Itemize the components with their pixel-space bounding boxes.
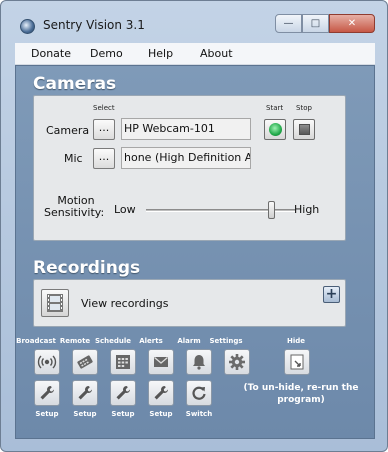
camera-field[interactable]: HP Webcam-101: [121, 118, 251, 140]
hide-button[interactable]: [284, 349, 310, 375]
start-icon: [269, 123, 282, 136]
menu-donate[interactable]: Donate: [31, 47, 71, 60]
mic-field[interactable]: hone (High Definition Aud: [121, 147, 251, 169]
alarm-button[interactable]: [186, 349, 212, 375]
start-label: Start: [266, 104, 284, 112]
remote-setup-button[interactable]: [72, 380, 98, 406]
alarm-label: Alarm: [177, 337, 201, 345]
wrench-icon: [78, 386, 92, 400]
recordings-panel: View recordings +: [33, 279, 346, 327]
window-title: Sentry Vision 3.1: [43, 18, 145, 32]
low-label: Low: [114, 203, 136, 216]
alerts-setup-button[interactable]: [148, 380, 174, 406]
schedule-setup-label: Setup: [111, 410, 135, 418]
remote-setup-label: Setup: [73, 410, 97, 418]
menu-help[interactable]: Help: [148, 47, 173, 60]
menu-about[interactable]: About: [200, 47, 233, 60]
close-button[interactable]: ✕: [329, 14, 375, 33]
schedule-button[interactable]: [110, 349, 136, 375]
alerts-button[interactable]: [148, 349, 174, 375]
broadcast-label: Broadcast: [16, 337, 56, 345]
main-panel: Cameras Select Start Stop Camera ... HP …: [15, 65, 375, 439]
alerts-setup-label: Setup: [149, 410, 173, 418]
hide-window-icon: [290, 354, 304, 370]
cameras-panel: Select Start Stop Camera ... HP Webcam-1…: [33, 95, 346, 241]
schedule-label: Schedule: [94, 337, 132, 345]
film-icon[interactable]: [41, 289, 69, 317]
wrench-icon: [116, 386, 130, 400]
broadcast-button[interactable]: [34, 349, 60, 375]
stop-button[interactable]: [293, 119, 315, 140]
sensitivity-label: Sensitivity:: [44, 206, 105, 219]
add-button[interactable]: +: [323, 286, 340, 303]
app-eye-icon: [20, 19, 35, 34]
high-label: High: [294, 203, 320, 216]
view-recordings-link[interactable]: View recordings: [81, 297, 168, 310]
start-button[interactable]: [264, 119, 286, 140]
menu-bar: Donate Demo Help About: [15, 43, 375, 65]
settings-label: Settings: [209, 337, 243, 345]
recordings-heading: Recordings: [33, 258, 141, 278]
hide-label: Hide: [286, 337, 306, 345]
broadcast-icon: [37, 355, 57, 369]
mic-label: Mic: [64, 152, 83, 165]
wrench-icon: [154, 386, 168, 400]
hide-note: (To un-hide, re-run the program): [243, 383, 359, 405]
stop-icon: [299, 124, 310, 135]
sensitivity-slider-thumb[interactable]: [267, 201, 275, 219]
broadcast-setup-label: Setup: [35, 410, 59, 418]
refresh-icon: [192, 386, 206, 400]
broadcast-setup-button[interactable]: [34, 380, 60, 406]
wrench-icon: [40, 386, 54, 400]
title-bar[interactable]: Sentry Vision 3.1 — □ ✕: [1, 1, 387, 41]
settings-button[interactable]: [224, 349, 250, 375]
remote-button[interactable]: [72, 349, 98, 375]
alerts-label: Alerts: [139, 337, 163, 345]
select-label: Select: [93, 104, 115, 112]
mic-select-button[interactable]: ...: [93, 148, 115, 169]
camera-label: Camera: [46, 124, 90, 137]
stop-label: Stop: [296, 104, 312, 112]
alarm-switch-label: Switch: [185, 410, 213, 418]
envelope-icon: [154, 357, 168, 367]
calendar-icon: [116, 355, 130, 369]
remote-label: Remote: [59, 337, 91, 345]
cameras-heading: Cameras: [33, 74, 117, 94]
alarm-switch-button[interactable]: [186, 380, 212, 406]
schedule-setup-button[interactable]: [110, 380, 136, 406]
camera-select-button[interactable]: ...: [93, 119, 115, 140]
minimize-button[interactable]: —: [275, 14, 302, 33]
bell-icon: [193, 355, 205, 370]
app-window: Sentry Vision 3.1 — □ ✕ Donate Demo Help…: [0, 0, 388, 452]
maximize-button[interactable]: □: [302, 14, 329, 33]
gear-icon: [229, 354, 245, 370]
menu-demo[interactable]: Demo: [90, 47, 123, 60]
remote-icon: [77, 355, 93, 369]
